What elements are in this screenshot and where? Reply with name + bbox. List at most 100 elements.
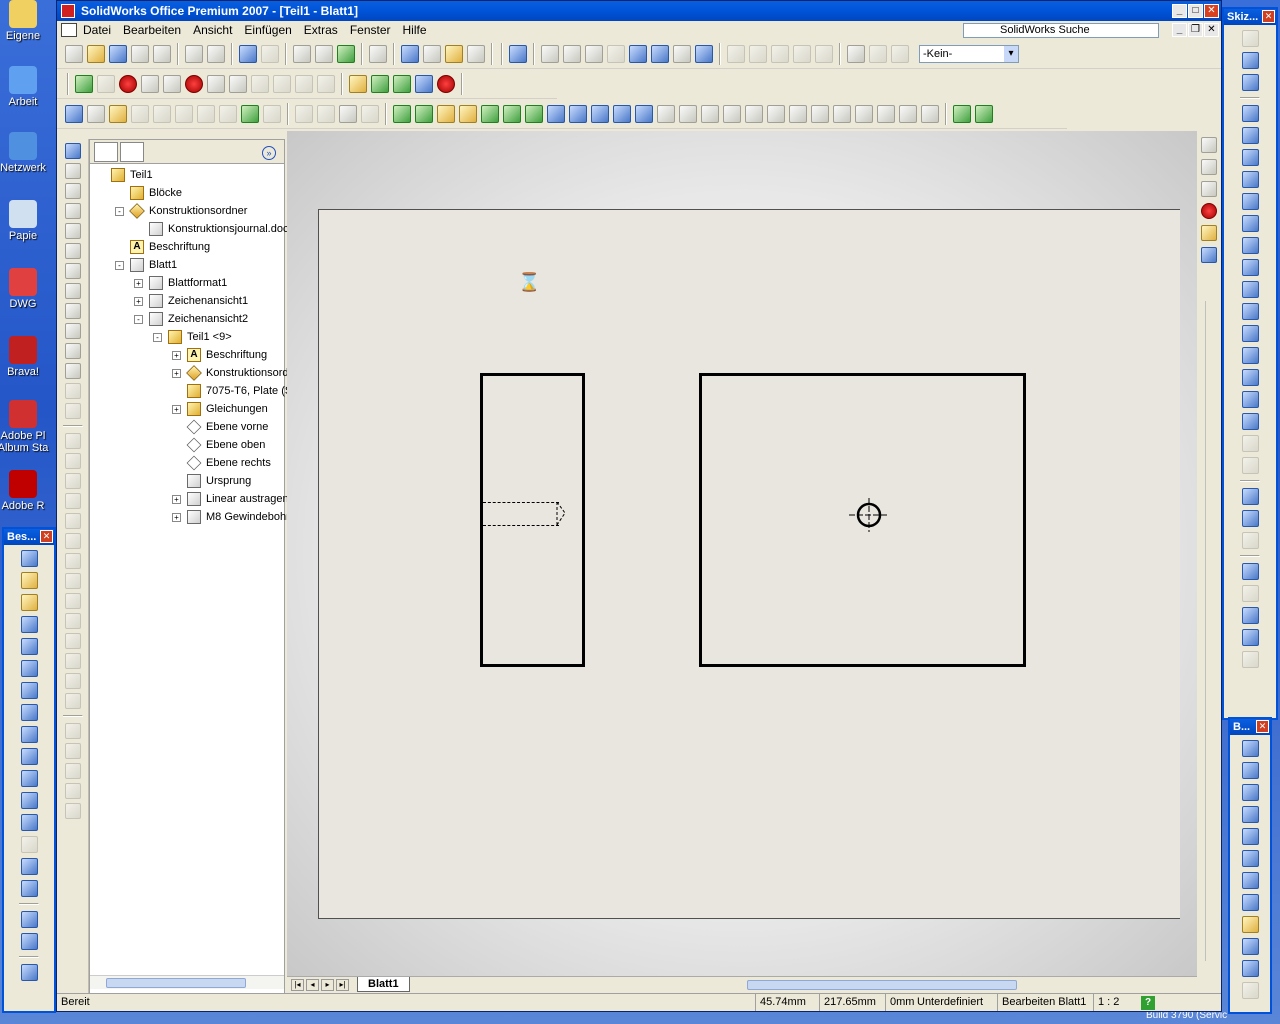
rotate-view-icon[interactable] bbox=[629, 44, 647, 63]
standard-views-icon[interactable] bbox=[64, 283, 81, 299]
expand-icon[interactable]: + bbox=[134, 278, 143, 288]
grid-pattern-icon[interactable] bbox=[1241, 391, 1259, 408]
help-icon[interactable]: ? bbox=[1141, 996, 1155, 1010]
tree-item[interactable]: + Linear austragen1 bbox=[172, 490, 295, 508]
last-sheet-button[interactable]: ▸| bbox=[336, 979, 349, 991]
tree-item[interactable]: Ebene oben bbox=[172, 436, 265, 454]
line-icon[interactable] bbox=[371, 74, 389, 93]
tree-item[interactable]: - Konstruktionsordner bbox=[115, 202, 247, 220]
tree-item[interactable]: - Blatt1 bbox=[115, 256, 177, 274]
rectangle-icon[interactable] bbox=[1241, 127, 1259, 144]
split-icon[interactable] bbox=[745, 104, 763, 123]
draft-icon[interactable] bbox=[591, 104, 609, 123]
grid-icon[interactable] bbox=[369, 44, 387, 63]
fix-icon[interactable] bbox=[1241, 938, 1259, 955]
tree-item[interactable]: + M8 Gewindebohrur bbox=[172, 508, 300, 526]
parabola-icon[interactable] bbox=[1241, 303, 1259, 320]
dimension-icon[interactable] bbox=[1241, 74, 1259, 91]
menu-ansicht[interactable]: Ansicht bbox=[187, 23, 238, 37]
hole-center-mark-icon[interactable] bbox=[849, 498, 889, 532]
filter3-icon[interactable] bbox=[339, 104, 357, 123]
pan-icon[interactable] bbox=[651, 44, 669, 63]
title-bar[interactable]: SolidWorks Office Premium 2007 - [Teil1 … bbox=[57, 1, 1221, 21]
collapse-icon[interactable]: - bbox=[115, 206, 124, 216]
hole-wizard-icon[interactable] bbox=[613, 104, 631, 123]
drawing-sheet[interactable]: ⌛ bbox=[318, 209, 1180, 919]
feature-tree-tab[interactable] bbox=[94, 141, 118, 162]
flex-icon[interactable] bbox=[833, 104, 851, 123]
annotation-palette-title[interactable]: Bes... ✕ bbox=[4, 529, 54, 545]
graphics-horizontal-scrollbar[interactable] bbox=[747, 980, 1017, 990]
center-mark-icon[interactable] bbox=[20, 911, 38, 928]
cut-icon[interactable] bbox=[789, 104, 807, 123]
menu-datei[interactable]: Datei bbox=[77, 23, 117, 37]
3d-sketch-icon[interactable] bbox=[953, 104, 971, 123]
print-icon[interactable] bbox=[185, 44, 203, 63]
note-icon[interactable] bbox=[20, 616, 38, 633]
camera-icon[interactable] bbox=[467, 44, 485, 63]
zoom-window-icon[interactable] bbox=[563, 44, 581, 63]
datum-target-icon[interactable] bbox=[20, 792, 38, 809]
zoom-in-out-icon[interactable] bbox=[585, 44, 603, 63]
expand-icon[interactable]: + bbox=[172, 404, 181, 414]
wrap-icon[interactable] bbox=[811, 104, 829, 123]
polygon-icon[interactable] bbox=[1241, 149, 1259, 166]
table-icon[interactable] bbox=[241, 104, 259, 123]
menu-einfuegen[interactable]: Einfügen bbox=[238, 23, 297, 37]
vertical-dim-icon[interactable] bbox=[1241, 784, 1259, 801]
revolve-icon[interactable] bbox=[437, 104, 455, 123]
thicken-icon[interactable] bbox=[767, 104, 785, 123]
smart-dim-icon[interactable] bbox=[1241, 740, 1259, 757]
tree-item[interactable]: + A Beschriftung bbox=[172, 346, 267, 364]
edit-macro-icon[interactable] bbox=[163, 74, 181, 93]
trim-icon[interactable] bbox=[1241, 629, 1259, 646]
tree-item[interactable]: Ebene vorne bbox=[172, 418, 268, 436]
print-preview-icon[interactable] bbox=[207, 44, 225, 63]
gtol-icon[interactable] bbox=[20, 814, 38, 831]
graphics-vertical-scrollbar[interactable] bbox=[1205, 301, 1219, 961]
sweep-icon[interactable] bbox=[459, 104, 477, 123]
hatch-icon[interactable] bbox=[20, 858, 38, 875]
section-view-icon[interactable] bbox=[847, 44, 865, 63]
close-icon[interactable]: ✕ bbox=[40, 530, 53, 543]
collapse-icon[interactable]: - bbox=[153, 332, 162, 342]
solidworks-search-input[interactable]: SolidWorks Suche bbox=[963, 23, 1159, 38]
menu-hilfe[interactable]: Hilfe bbox=[397, 23, 433, 37]
prev-sheet-button[interactable]: ◂ bbox=[306, 979, 319, 991]
doc-menu-icon[interactable] bbox=[61, 23, 77, 37]
indent-icon[interactable] bbox=[877, 104, 895, 123]
desktop-icon[interactable]: DWG bbox=[0, 268, 54, 310]
fix-icon[interactable] bbox=[1241, 510, 1259, 527]
new-document-icon[interactable] bbox=[65, 44, 83, 63]
datum-feature-icon[interactable] bbox=[20, 770, 38, 787]
shell-icon[interactable] bbox=[569, 104, 587, 123]
minimize-button[interactable]: _ bbox=[1172, 4, 1187, 18]
warning-icon[interactable] bbox=[1241, 563, 1259, 580]
desktop-icon[interactable]: Adobe R bbox=[0, 470, 54, 512]
combine-icon[interactable] bbox=[921, 104, 939, 123]
spline-icon[interactable] bbox=[975, 104, 993, 123]
tree-item[interactable]: - Teil1 <9> bbox=[153, 328, 232, 346]
select-icon[interactable] bbox=[293, 44, 311, 63]
horizontal-dim-icon[interactable] bbox=[1241, 762, 1259, 779]
tree-item[interactable]: Blöcke bbox=[115, 184, 182, 202]
chamfer-dim-icon[interactable] bbox=[1241, 850, 1259, 867]
detail-view-icon[interactable] bbox=[64, 263, 81, 279]
select-filter-icon[interactable] bbox=[315, 44, 333, 63]
collapse-icon[interactable] bbox=[1201, 247, 1217, 263]
centerline-icon[interactable] bbox=[1241, 325, 1259, 342]
three-point-arc-icon[interactable] bbox=[1241, 259, 1259, 276]
close-icon[interactable]: ✕ bbox=[1262, 10, 1275, 23]
smart-dimension-icon[interactable] bbox=[349, 74, 367, 93]
display-style-icon[interactable] bbox=[401, 44, 419, 63]
extrude-icon[interactable] bbox=[415, 104, 433, 123]
first-sheet-button[interactable]: |◂ bbox=[291, 979, 304, 991]
section-view-icon[interactable] bbox=[64, 223, 81, 239]
record-macro-icon[interactable] bbox=[119, 74, 137, 93]
sheet-tab-blatt1[interactable]: Blatt1 bbox=[357, 977, 410, 992]
aux-view-icon[interactable] bbox=[64, 203, 81, 219]
smart-icon[interactable] bbox=[229, 74, 247, 93]
doc-close-button[interactable]: ✕ bbox=[1204, 23, 1219, 37]
graphics-area[interactable]: ⌛ bbox=[287, 131, 1197, 976]
broken-view-icon[interactable] bbox=[64, 303, 81, 319]
